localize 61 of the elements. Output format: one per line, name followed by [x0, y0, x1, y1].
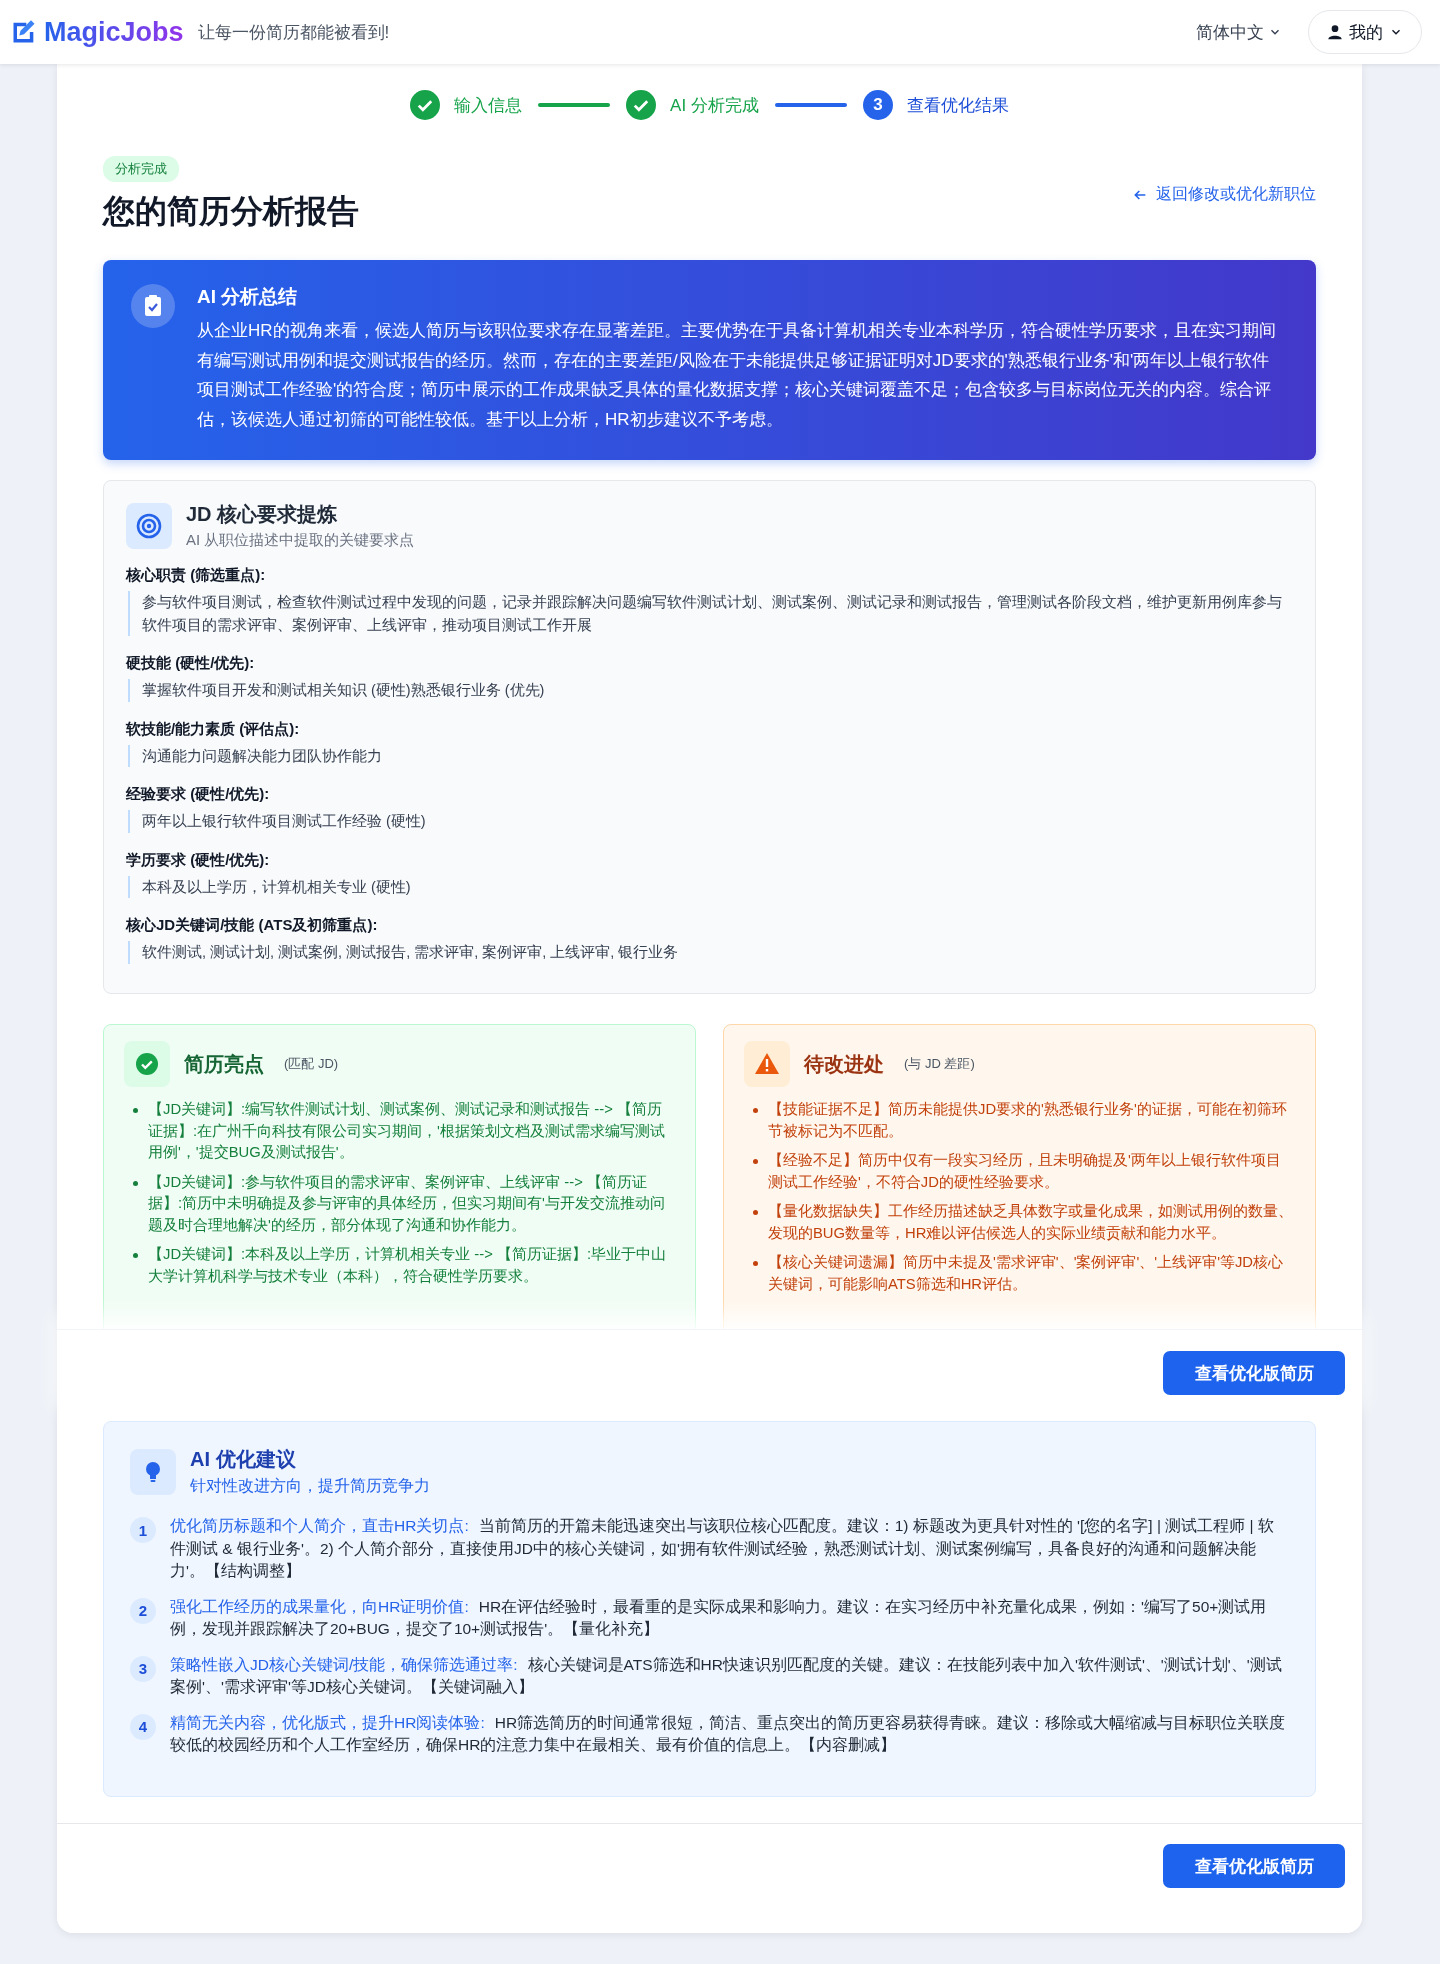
bullet-icon — [753, 1210, 758, 1215]
requirement-text: 参与软件项目测试，检查软件测试过程中发现的问题，记录并跟踪解决问题编写软件测试计划、测试案例、测试记录和测试报告，管理测试各阶段文档，维护更新用例库参与软件项目的需求评审、案例评审、上线评审，推动项目测试工作开展 — [128, 591, 1293, 636]
language-dropdown[interactable]: 简体中文 — [1196, 20, 1282, 44]
finding-text: 【量化数据缺失】工作经历描述缺乏具体数字或量化成果，如测试用例的数量、发现的BUG数量等，HR难以评估候选人的实际业绩贡献和能力水平。 — [768, 1202, 1294, 1243]
target-icon — [126, 502, 172, 549]
bullet-icon — [133, 1180, 138, 1186]
finding-text: 【技能证据不足】简历未能提供JD要求的'熟悉银行业务'的证据，可能在初筛环节被标记为不匹配。 — [768, 1100, 1288, 1141]
view-optimized-resume-button[interactable]: 查看优化版简历 — [1163, 1351, 1345, 1395]
requirement-heading: 学历要求 (硬性/优先): — [126, 850, 271, 870]
requirement-heading: 核心职责 (筛选重点): — [126, 566, 267, 585]
finding-text: 【JD关键词】:参与软件项目的需求评审、案例评审、上线评审 --> 【简历证据】:简历中未明确提及参与评审的具体经历，但实习期间有'与开发交流推动问题及时合理地解决'的经历，部分体现了沟通和协作能力。 — [148, 1172, 666, 1235]
number-badge: 3 — [130, 1655, 156, 1682]
requirement-text: 两年以上银行软件项目测试工作经验 (硬性) — [128, 810, 1293, 833]
finding-text: 【核心关键词遗漏】简历中未提及'需求评审'、'案例评审'、'上线评审'等JD核心关键词，可能影响ATS筛选和HR评估。 — [768, 1253, 1285, 1294]
finding-text: 【经验不足】简历中仅有一段实习经历，且未明确提及'两年以上银行软件项目测试工作经验'，不符合JD的硬性经验要求。 — [768, 1151, 1282, 1192]
suggestion-text: 优化简历标题和个人简介，直击HR关切点: 当前简历的开篇未能迅速突出与该职位核心匹配度。建议：1) 标题改为更具针对性的 '[您的名字] | 测试工程师 | 软件测试 & 银行业务'。2) 个人简介部分，直接使用JD中的核心关键词，如'拥有软件测试经验，熟悉测试计划、测试案例编写，具备良好的沟通和问题解决能力'。【结构调整】 — [170, 1516, 1275, 1581]
bullet-icon — [133, 1253, 138, 1258]
requirement-heading: 硬技能 (硬性/优先): — [126, 654, 256, 673]
summary-title: AI 分析总结 — [197, 285, 299, 309]
finding-text: 【JD关键词】:本科及以上学历，计算机相关专业 --> 【简历证据】:毕业于中山大学计算机科学与技术专业（本科），符合硬性学历要求。 — [148, 1245, 668, 1286]
section-title: JD 核心要求提炼 — [186, 502, 339, 527]
requirement-heading: 经验要求 (硬性/优先): — [126, 785, 271, 804]
finding-text: 【JD关键词】:编写软件测试计划、测试案例、测试记录和测试报告 --> 【简历证据】:在广州千向科技有限公司实习期间，'根据策划文档及测试需求编写测试用例'，'提交BUG及测试报告'。 — [148, 1100, 666, 1162]
section-note: (匹配 JD) — [284, 1055, 339, 1073]
section-subtitle: AI 从职位描述中提取的关键要求点 — [186, 531, 415, 550]
requirement-text: 软件测试, 测试计划, 测试案例, 测试报告, 需求评审, 案例评审, 上线评审, 银行业务 — [128, 941, 1293, 964]
requirement-text: 掌握软件项目开发和测试相关知识 (硬性)熟悉银行业务 (优先) — [128, 679, 1293, 702]
requirement-heading: 软技能/能力素质 (评估点): — [126, 719, 301, 739]
user-icon — [1327, 24, 1343, 40]
step-label: 查看优化结果 — [906, 94, 1009, 117]
section-subtitle: 针对性改进方向，提升简历竞争力 — [190, 1476, 430, 1496]
warning-icon — [744, 1041, 790, 1087]
lightbulb-icon — [130, 1448, 176, 1495]
section-title: 待改进处 — [804, 1051, 884, 1077]
bullet-icon — [753, 1108, 758, 1113]
summary-text: 从企业HR的视角来看，候选人简历与该职位要求存在显著差距。主要优势在于具备计算机相关专业本科学历，符合硬性学历要求，且在实习期间有编写测试用例和提交测试报告的经历。然而，存在的主要差距/风险在于未能提供足够证据证明对JD要求的'熟悉银行业务'和'两年以上银行软件项目测试工作经验'的符合度；简历中展示的工作成果缺乏具体的量化数据支撑；核心关键词覆盖不足；包含较多与目标岗位无关的内容。综合评估，该候选人通过初筛的可能性较低。基于以上分析，HR初步建议不予考虑。 — [197, 320, 1277, 431]
bullet-icon — [753, 1261, 758, 1266]
section-title: 简历亮点 — [184, 1051, 264, 1077]
requirement-text: 沟通能力问题解决能力团队协作能力 — [128, 744, 1293, 767]
tagline: 让每一份简历都能被看到! — [197, 21, 390, 44]
section-note: (与 JD 差距) — [904, 1055, 975, 1073]
step-label: 输入信息 — [454, 94, 523, 117]
bullet-icon — [133, 1108, 138, 1113]
requirement-text: 本科及以上学历，计算机相关专业 (硬性) — [128, 875, 1293, 898]
bullet-icon — [753, 1159, 758, 1164]
step-number: 3 — [862, 90, 893, 120]
section-title: AI 优化建议 — [190, 1447, 297, 1472]
step-label: AI 分析完成 — [670, 94, 759, 117]
number-badge: 4 — [130, 1713, 156, 1740]
suggestion-text: 策略性嵌入JD核心关键词/技能，确保筛选通过率: 核心关键词是ATS筛选和HR快速识别匹配度的关键。建议：在技能列表中加入'软件测试'、'测试计划'、'测试案例'、'需求评审'等JD核心关键词。【关键词融入】 — [170, 1654, 1283, 1697]
suggestion-text: 精简无关内容，优化版式，提升HR阅读体验: HR筛选简历的时间通常很短，简洁、重点突出的简历更容易获得青睐。建议：移除或大幅缩减与目标职位关联度较低的校园经历和个人工作室经历，确保HR的注意力集中在最相关、最有价值的信息上。【内容删减】 — [170, 1712, 1287, 1755]
clipboard-check-icon — [131, 284, 175, 328]
number-badge: 2 — [130, 1597, 156, 1624]
page-title: 您的简历分析报告 — [103, 192, 359, 231]
status-badge: 分析完成 — [103, 156, 179, 182]
requirement-heading: 核心JD关键词/技能 (ATS及初筛重点): — [126, 916, 379, 935]
back-link[interactable]: 返回修改或优化新职位 — [1132, 184, 1316, 205]
user-menu-button[interactable]: 我的 — [1308, 10, 1422, 54]
view-optimized-resume-button[interactable]: 查看优化版简历 — [1163, 1844, 1345, 1888]
suggestion-text: 强化工作经历的成果量化，向HR证明价值: HR在评估经验时，最看重的是实际成果和影响力。建议：在实习经历中补充量化成果，例如：'编写了50+测试用例，发现并跟踪解决了20+BUG，提交了10+测试报告'。【量化补充】 — [170, 1596, 1268, 1639]
number-badge: 1 — [130, 1517, 156, 1543]
